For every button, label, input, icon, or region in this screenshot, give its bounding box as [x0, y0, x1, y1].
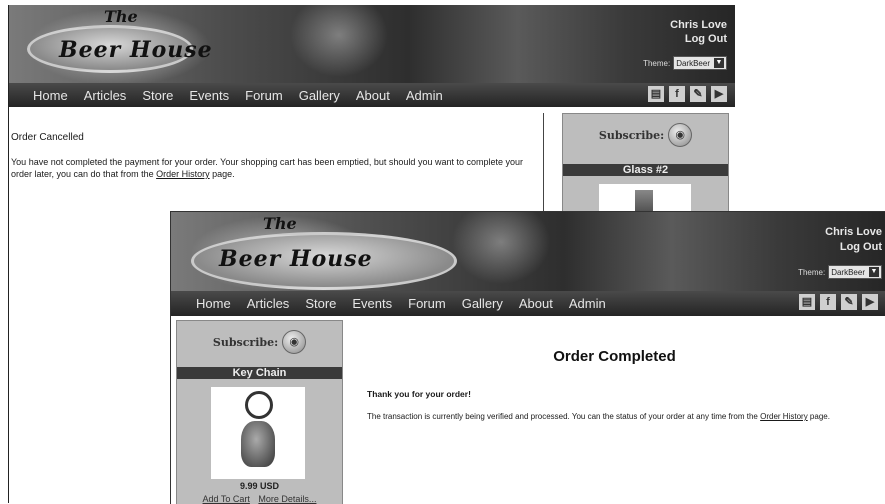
nav-events[interactable]: Events	[352, 296, 392, 311]
subscribe-label: Subscribe:	[212, 335, 279, 349]
social-links: ▤ f ✎ ▶	[648, 86, 727, 102]
theme-dropdown[interactable]: DarkBeer ▼	[828, 265, 882, 279]
logout-link[interactable]: Log Out	[840, 241, 882, 253]
site-header: The Beer House Chris Love Log Out Theme:…	[171, 212, 885, 291]
nav-home[interactable]: Home	[33, 88, 68, 103]
nav-home[interactable]: Home	[196, 296, 231, 311]
completed-message: The transaction is currently being verif…	[367, 411, 877, 422]
nav-about[interactable]: About	[519, 296, 553, 311]
nav-store[interactable]: Store	[305, 296, 336, 311]
order-history-link[interactable]: Order History	[156, 169, 210, 179]
completed-message-text: The transaction is currently being verif…	[367, 412, 758, 421]
screenshot-order-completed: The Beer House Chris Love Log Out Theme:…	[170, 211, 885, 504]
social-icon[interactable]: ✎	[841, 294, 857, 310]
rss-square-icon[interactable]: ▤	[799, 294, 815, 310]
facebook-icon[interactable]: f	[820, 294, 836, 310]
key-ring-icon	[245, 391, 273, 419]
main-nav: Home Articles Store Events Forum Gallery…	[9, 83, 735, 107]
page-title: Order Completed	[553, 348, 676, 365]
subscribe-box[interactable]: Subscribe: ◉	[177, 321, 342, 363]
nav-gallery[interactable]: Gallery	[462, 296, 503, 311]
logout-link[interactable]: Log Out	[685, 33, 727, 45]
subscribe-label: Subscribe:	[598, 128, 665, 142]
cancelled-message: You have not completed the payment for y…	[11, 156, 537, 180]
logo-the: The	[263, 214, 297, 233]
subscribe-box[interactable]: Subscribe: ◉	[563, 114, 728, 156]
nav-articles[interactable]: Articles	[84, 88, 127, 103]
sidebar: Subscribe: ◉ Key Chain 9.99 USD Add To C…	[176, 320, 343, 504]
product-image[interactable]	[211, 387, 305, 479]
chevron-down-icon[interactable]: ▼	[714, 58, 724, 68]
nav-admin[interactable]: Admin	[406, 88, 443, 103]
key-chain-figure-icon	[241, 421, 275, 467]
completed-message-suffix: page.	[809, 412, 830, 421]
rss-icon[interactable]: ◉	[282, 330, 307, 354]
order-history-link[interactable]: Order History	[760, 412, 808, 421]
page-title: Order Cancelled	[11, 132, 84, 143]
facebook-icon[interactable]: f	[669, 86, 685, 102]
nav-forum[interactable]: Forum	[245, 88, 283, 103]
nav-about[interactable]: About	[356, 88, 390, 103]
social-links: ▤ f ✎ ▶	[799, 294, 878, 310]
theme-selector: Theme: DarkBeer ▼	[798, 265, 882, 279]
product-price: 9.99 USD	[239, 481, 280, 491]
site-logo[interactable]: Beer House	[219, 246, 373, 272]
youtube-icon[interactable]: ▶	[711, 86, 727, 102]
theme-label: Theme:	[643, 58, 671, 68]
main-nav: Home Articles Store Events Forum Gallery…	[171, 291, 885, 316]
theme-selector: Theme: DarkBeer ▼	[643, 56, 727, 70]
theme-value: DarkBeer	[676, 58, 710, 68]
user-name[interactable]: Chris Love	[670, 19, 727, 31]
nav-forum[interactable]: Forum	[408, 296, 446, 311]
content-divider	[543, 113, 544, 213]
cancelled-message-suffix: page.	[212, 169, 235, 179]
product-title[interactable]: Key Chain	[177, 367, 342, 379]
site-logo[interactable]: Beer House	[59, 37, 213, 63]
theme-value: DarkBeer	[831, 267, 865, 277]
product-title[interactable]: Glass #2	[563, 164, 728, 176]
theme-dropdown[interactable]: DarkBeer ▼	[673, 56, 727, 70]
nav-events[interactable]: Events	[189, 88, 229, 103]
thank-you-text: Thank you for your order!	[367, 389, 471, 399]
chevron-down-icon[interactable]: ▼	[869, 267, 879, 277]
social-icon[interactable]: ✎	[690, 86, 706, 102]
user-name[interactable]: Chris Love	[825, 226, 882, 238]
nav-admin[interactable]: Admin	[569, 296, 606, 311]
sidebar: Subscribe: ◉ Glass #2	[562, 113, 729, 224]
nav-articles[interactable]: Articles	[247, 296, 290, 311]
youtube-icon[interactable]: ▶	[862, 294, 878, 310]
cancelled-message-text: You have not completed the payment for y…	[11, 157, 523, 179]
theme-label: Theme:	[798, 267, 826, 277]
rss-icon[interactable]: ◉	[668, 123, 693, 147]
nav-store[interactable]: Store	[142, 88, 173, 103]
site-header: The Beer House Chris Love Log Out Theme:…	[9, 5, 735, 83]
nav-gallery[interactable]: Gallery	[299, 88, 340, 103]
logo-the: The	[104, 7, 138, 26]
rss-square-icon[interactable]: ▤	[648, 86, 664, 102]
